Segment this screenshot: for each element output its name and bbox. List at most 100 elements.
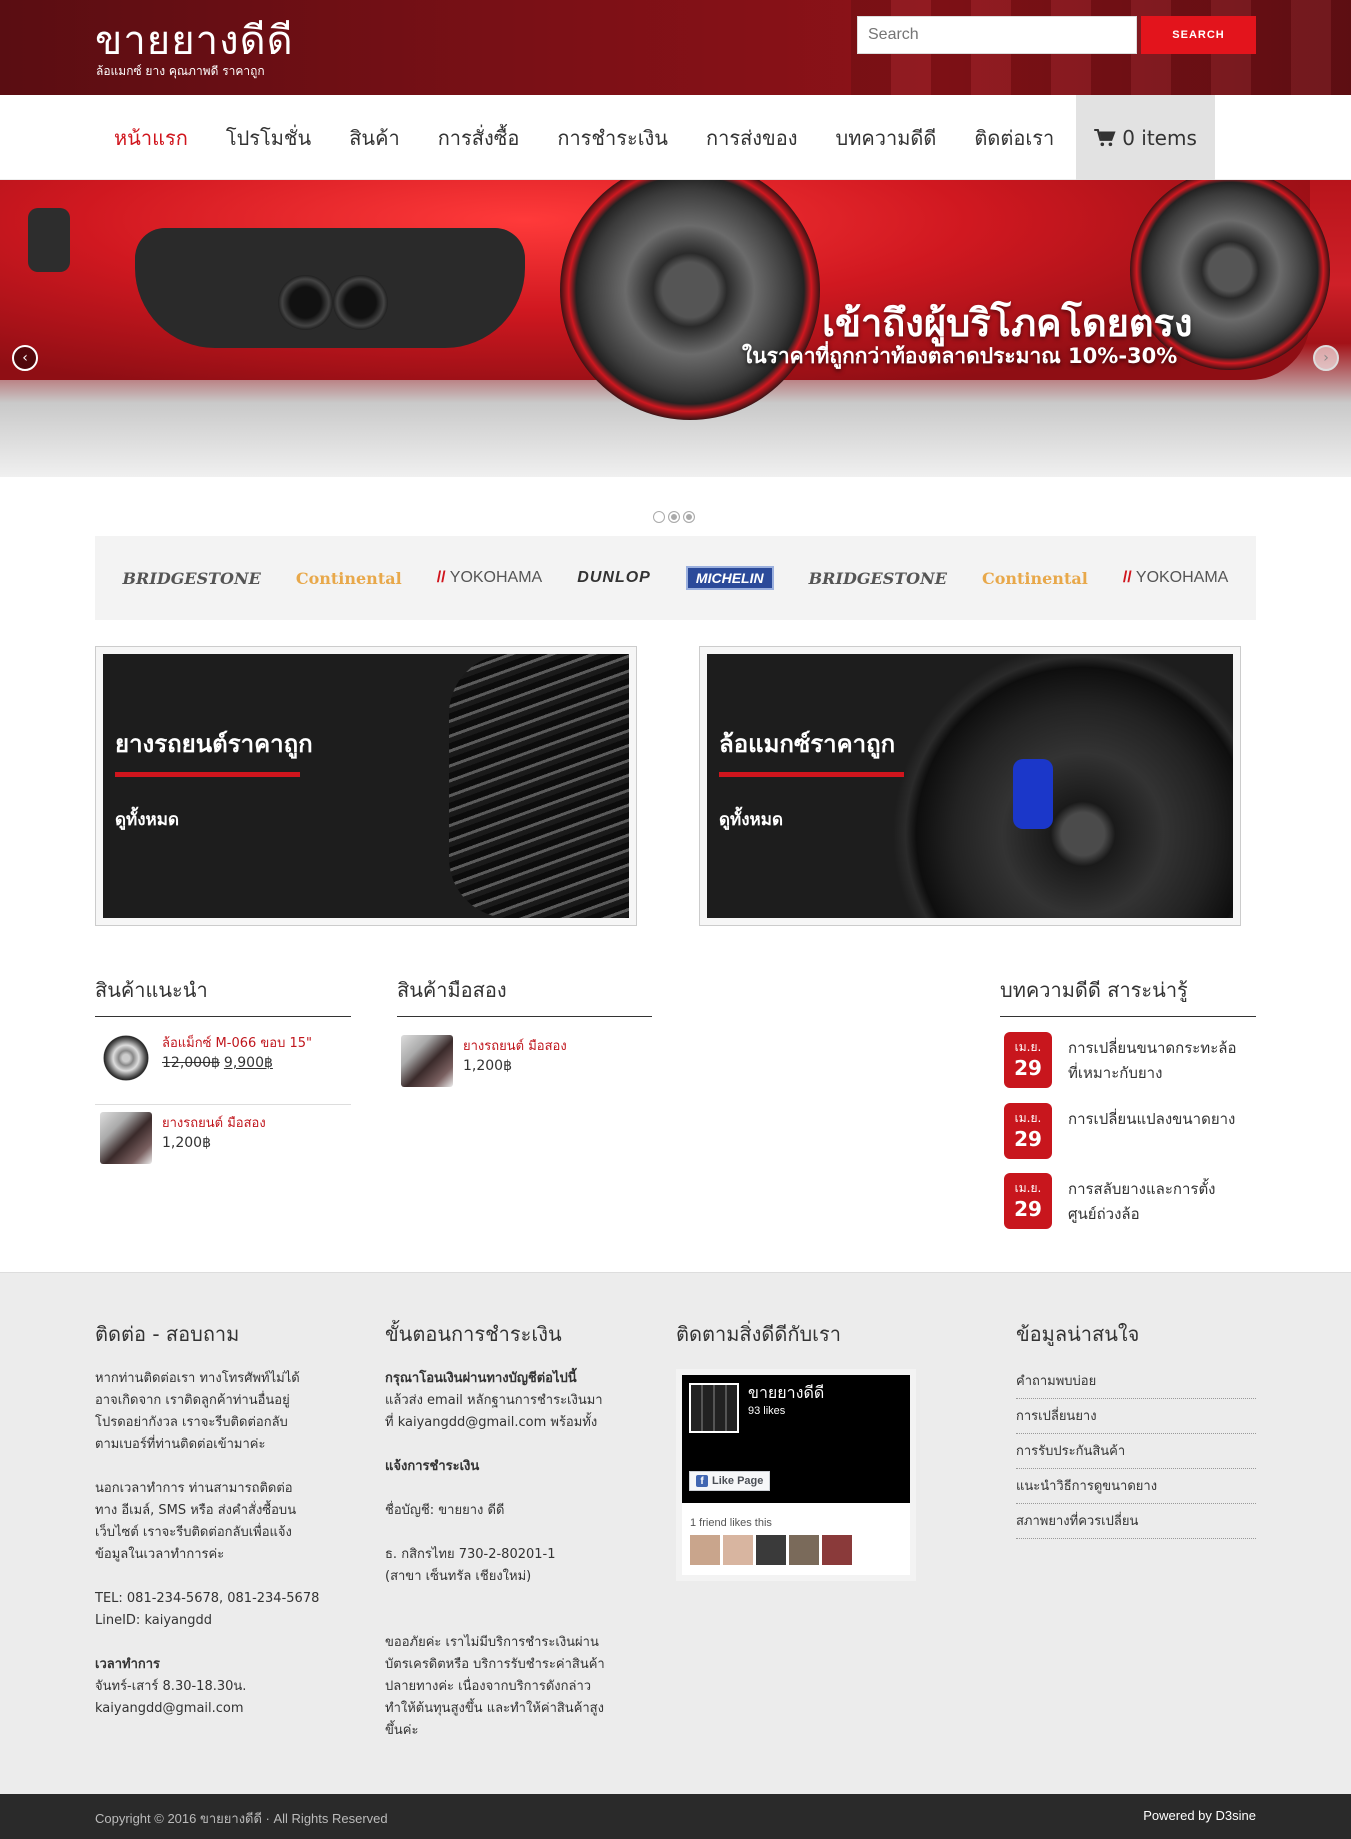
avatar[interactable]: [789, 1535, 819, 1565]
info-link-tire-change[interactable]: การเปลี่ยนยาง: [1016, 1405, 1256, 1434]
text-line: บัตรเครดิตหรือ บริการรับชำระค่าสินค้า: [385, 1657, 605, 1672]
product-item[interactable]: ล้อแม็กซ์ M-066 ขอบ 15" 12,000฿ 9,900฿: [100, 1032, 312, 1084]
site-header: ขายยางดีดี ล้อแมกซ์ ยาง คุณภาพดี ราคาถูก…: [0, 0, 1351, 95]
nav-item-shipping[interactable]: การส่งของ: [687, 95, 817, 180]
text-line: เว็บไซต์ เราจะรีบติดต่อกลับเพื่อแจ้ง: [95, 1525, 292, 1540]
site-tagline: ล้อแมกซ์ ยาง คุณภาพดี ราคาถูก: [96, 64, 265, 78]
brand-logo-dunlop[interactable]: DUNLOP: [577, 569, 651, 587]
yokohama-mark-icon: //: [1122, 569, 1132, 586]
info-link-faq[interactable]: คำถามพบบ่อย: [1016, 1370, 1256, 1399]
brand-carousel: BRIDGESTONE Continental // YOKOHAMA DUNL…: [95, 536, 1256, 620]
slider-dot[interactable]: [668, 511, 680, 523]
search-button[interactable]: SEARCH: [1141, 16, 1256, 54]
brand-logo-continental[interactable]: Continental: [982, 569, 1088, 588]
contact-email[interactable]: kaiyangdd@gmail.com: [95, 1698, 335, 1720]
brand-logo-bridgestone[interactable]: BRIDGESTONE: [123, 569, 261, 588]
avatar[interactable]: [690, 1535, 720, 1565]
avatar[interactable]: [756, 1535, 786, 1565]
info-link-tire-size[interactable]: แนะนำวิธีการดูขนาดยาง: [1016, 1475, 1256, 1504]
brand-logo-yokohama[interactable]: // YOKOHAMA: [437, 569, 543, 587]
follow-title: ติดตามสิ่งดีดีกับเรา: [676, 1322, 841, 1346]
nav-item-products[interactable]: สินค้า: [330, 95, 419, 180]
payment-notify-link[interactable]: แจ้งการชำระเงิน: [385, 1459, 479, 1474]
article-title-line: ศูนย์ถ่วงล้อ: [1068, 1205, 1140, 1223]
date-day: 29: [1014, 1127, 1042, 1151]
product-item[interactable]: ยางรถยนต์ มือสอง 1,200฿: [401, 1035, 567, 1087]
product-thumbnail[interactable]: [100, 1112, 152, 1164]
car-light: [28, 208, 70, 272]
search-input[interactable]: [857, 16, 1137, 54]
article-item[interactable]: เม.ย. 29 การเปลี่ยนแปลงขนาดยาง: [1004, 1103, 1235, 1159]
nav-item-articles[interactable]: บทความดีดี: [817, 95, 956, 180]
articles-title: บทความดีดี สาระน่ารู้: [1000, 974, 1256, 1017]
text-line: ทำให้ต้นทุนสูงขึ้น และทำให้ค่าสินค้าสูง: [385, 1701, 604, 1716]
promo-title: ยางรถยนต์ราคาถูก: [115, 730, 313, 758]
powered-by-link[interactable]: Powered by D3sine: [1143, 1808, 1256, 1823]
promo-wheels[interactable]: ล้อแมกซ์ราคาถูก ดูทั้งหมด: [699, 646, 1241, 926]
product-thumbnail[interactable]: [401, 1035, 453, 1087]
product-item[interactable]: ยางรถยนต์ มือสอง 1,200฿: [100, 1112, 266, 1164]
text-line: ทาง อีเมล์, SMS หรือ ส่งคำสั่งซื้อบน: [95, 1503, 297, 1518]
chevron-left-icon[interactable]: ‹: [12, 345, 38, 371]
article-title[interactable]: การเปลี่ยนขนาดกระทะล้อ ที่เหมาะกับยาง: [1068, 1036, 1236, 1088]
facebook-page-widget: ขายยางดีดี 93 likes f Like Page 1 friend …: [676, 1369, 916, 1581]
brand-logo-yokohama[interactable]: // YOKOHAMA: [1123, 569, 1229, 587]
nav-item-promotions[interactable]: โปรโมชั่น: [207, 95, 330, 180]
facebook-page-name[interactable]: ขายยางดีดี: [748, 1381, 824, 1406]
facebook-page-avatar[interactable]: [689, 1383, 739, 1433]
featured-title: สินค้าแนะนำ: [95, 974, 351, 1017]
facebook-cover[interactable]: ขายยางดีดี 93 likes f Like Page: [682, 1375, 910, 1503]
car-bumper: [135, 228, 525, 348]
promo-view-all-link[interactable]: ดูทั้งหมด: [719, 806, 783, 833]
info-link-warranty[interactable]: การรับประกันสินค้า: [1016, 1440, 1256, 1469]
article-item[interactable]: เม.ย. 29 การเปลี่ยนขนาดกระทะล้อ ที่เหมาะกั…: [1004, 1032, 1236, 1088]
hours-text: จันทร์-เสาร์ 8.30-18.30น.: [95, 1679, 247, 1694]
article-title[interactable]: การเปลี่ยนแปลงขนาดยาง: [1068, 1107, 1235, 1159]
text-line: นอกเวลาทำการ ท่านสามารถติดต่อ: [95, 1481, 293, 1496]
account-name: ชื่อบัญชี: ขายยาง ดีดี: [385, 1503, 505, 1518]
date-badge: เม.ย. 29: [1004, 1103, 1052, 1159]
info-link-tire-condition[interactable]: สภาพยางที่ควรเปลี่ยน: [1016, 1510, 1256, 1539]
slider-dot[interactable]: [683, 511, 695, 523]
promo-tires[interactable]: ยางรถยนต์ราคาถูก ดูทั้งหมด: [95, 646, 637, 926]
text-line: ปลายทางค่ะ เนื่องจากบริการดังกล่าว: [385, 1679, 592, 1694]
product-name[interactable]: ยางรถยนต์ มือสอง: [463, 1035, 567, 1056]
promo-view-all-link[interactable]: ดูทั้งหมด: [115, 806, 179, 833]
product-thumbnail[interactable]: [100, 1032, 152, 1084]
payment-title: ขั้นตอนการชำระเงิน: [385, 1322, 562, 1346]
brand-logo-continental[interactable]: Continental: [296, 569, 402, 588]
brand-logo-bridgestone[interactable]: BRIDGESTONE: [809, 569, 947, 588]
contact-text: หากท่านติดต่อเรา ทางโทรศัพท์ไม่ได้ อาจเก…: [95, 1368, 335, 1720]
product-name[interactable]: ยางรถยนต์ มือสอง: [162, 1112, 266, 1133]
slider-dot[interactable]: [653, 511, 665, 523]
article-item[interactable]: เม.ย. 29 การสลับยางและการตั้ง ศูนย์ถ่วงล้อ: [1004, 1173, 1216, 1229]
nav-item-home[interactable]: หน้าแรก: [95, 95, 207, 180]
car-wheel: [560, 180, 820, 420]
date-month: เม.ย.: [1014, 1040, 1042, 1054]
brand-logo-michelin[interactable]: MICHELIN: [685, 566, 774, 590]
bank-account: ธ. กสิกรไทย 730-2-80201-1: [385, 1547, 556, 1562]
nav-item-ordering[interactable]: การสั่งซื้อ: [419, 95, 539, 180]
contact-phone[interactable]: TEL: 081-234-5678, 081-234-5678: [95, 1588, 335, 1610]
car-exhaust: [278, 275, 333, 330]
nav-item-payment[interactable]: การชำระเงิน: [538, 95, 687, 180]
date-month: เม.ย.: [1014, 1181, 1042, 1195]
promo-underline: [719, 772, 904, 777]
article-title[interactable]: การสลับยางและการตั้ง ศูนย์ถ่วงล้อ: [1068, 1177, 1216, 1229]
tire-image: [449, 654, 629, 918]
avatar[interactable]: [822, 1535, 852, 1565]
payment-instruction: กรุณาโอนเงินผ่านทางบัญชีต่อไปนี้: [385, 1371, 577, 1386]
facebook-likes: 93 likes: [748, 1405, 786, 1417]
chevron-right-icon[interactable]: ›: [1313, 345, 1339, 371]
product-old-price: 12,000฿: [162, 1055, 220, 1071]
cart-count: 0 items: [1122, 125, 1197, 150]
facebook-like-button[interactable]: f Like Page: [689, 1471, 771, 1491]
cart-button[interactable]: 0 items: [1076, 95, 1215, 180]
promo-title: ล้อแมกซ์ราคาถูก: [719, 730, 896, 758]
product-name[interactable]: ล้อแม็กซ์ M-066 ขอบ 15": [162, 1032, 312, 1053]
brand-name: YOKOHAMA: [449, 569, 543, 586]
brake-caliper: [1013, 759, 1053, 829]
nav-item-contact[interactable]: ติดต่อเรา: [955, 95, 1073, 180]
avatar[interactable]: [723, 1535, 753, 1565]
text-line: ที่ kaiyangdd@gmail.com พร้อมทั้ง: [385, 1415, 598, 1430]
